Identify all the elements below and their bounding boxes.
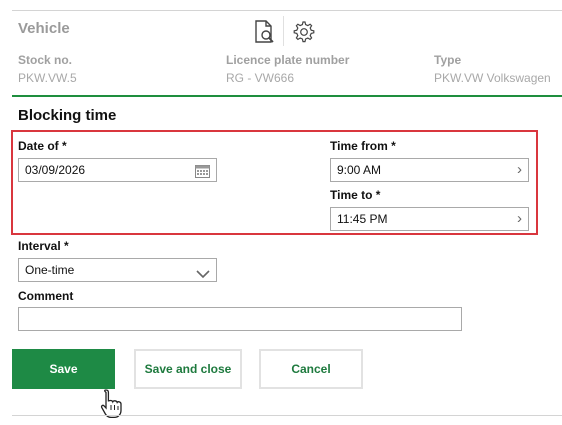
stock-number-value: PKW.VW.5 xyxy=(18,71,77,85)
vehicle-title: Vehicle xyxy=(18,20,70,37)
time-from-label: Time from * xyxy=(330,139,396,153)
chevron-right-icon[interactable]: › xyxy=(517,159,522,181)
comment-field[interactable] xyxy=(18,307,462,331)
interval-select[interactable]: One-time xyxy=(18,258,217,282)
calendar-icon[interactable] xyxy=(195,163,210,178)
time-to-label: Time to * xyxy=(330,188,381,202)
licence-plate-value: RG - VW666 xyxy=(226,71,295,85)
chevron-right-icon[interactable]: › xyxy=(517,208,522,230)
stock-number-label: Stock no. xyxy=(18,53,73,67)
date-value: 03/09/2026 xyxy=(25,163,86,177)
hand-pointer-cursor xyxy=(99,388,125,425)
section-divider xyxy=(12,95,562,97)
blocking-time-title: Blocking time xyxy=(18,107,117,124)
top-divider xyxy=(12,10,562,11)
type-label: Type xyxy=(434,53,462,67)
comment-label: Comment xyxy=(18,289,74,303)
save-button[interactable]: Save xyxy=(12,349,115,389)
save-and-close-button[interactable]: Save and close xyxy=(134,349,242,389)
licence-plate-label: Licence plate number xyxy=(226,53,350,67)
bottom-divider xyxy=(12,415,562,416)
interval-value: One-time xyxy=(25,263,75,277)
time-to-value: 11:45 PM xyxy=(337,212,388,226)
chevron-down-icon[interactable] xyxy=(196,264,210,286)
time-from-value: 9:00 AM xyxy=(337,163,382,177)
gear-icon[interactable] xyxy=(290,19,316,45)
type-value: PKW.VW Volkswagen xyxy=(434,71,551,85)
interval-label: Interval * xyxy=(18,239,69,253)
document-search-icon[interactable] xyxy=(252,19,278,45)
toolbar-separator xyxy=(283,16,284,46)
time-from-field[interactable]: 9:00 AM › xyxy=(330,158,529,182)
time-to-field[interactable]: 11:45 PM › xyxy=(330,207,529,231)
date-field[interactable]: 03/09/2026 xyxy=(18,158,217,182)
date-label: Date of * xyxy=(18,139,67,153)
cancel-button[interactable]: Cancel xyxy=(259,349,363,389)
